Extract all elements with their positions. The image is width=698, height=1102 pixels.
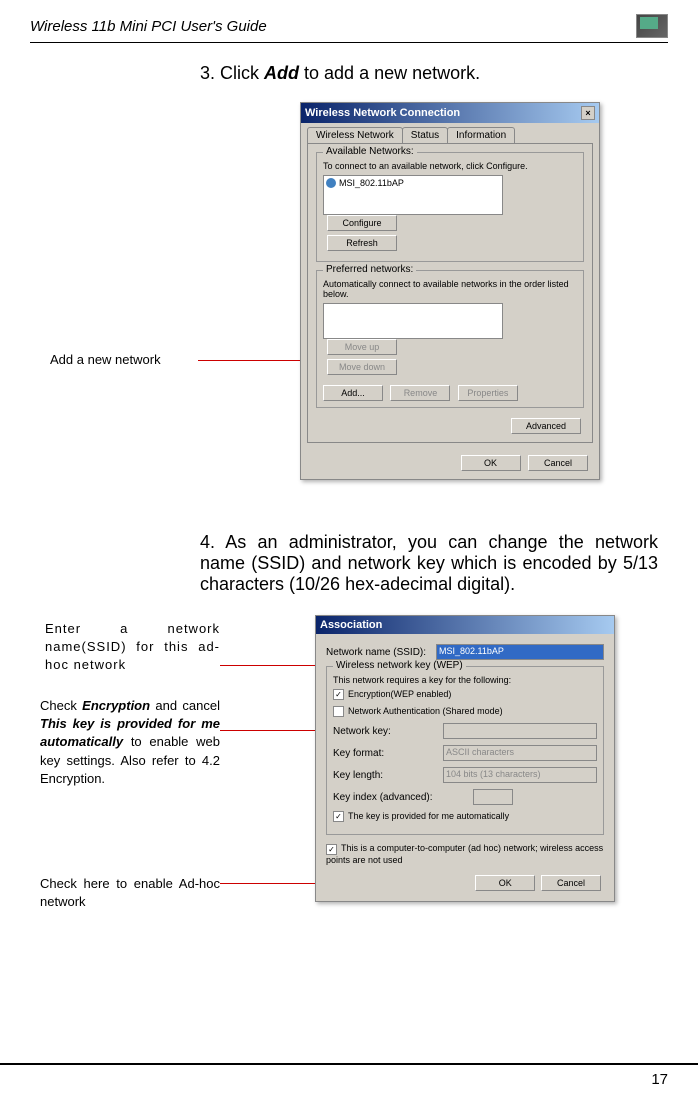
tabs-row: Wireless Network Status Information bbox=[301, 123, 599, 143]
remove-button: Remove bbox=[390, 385, 450, 401]
header-rule bbox=[30, 42, 668, 43]
dialog2-body: Network name (SSID): MSI_802.11bAP Wirel… bbox=[316, 634, 614, 901]
properties-button: Properties bbox=[458, 385, 518, 401]
step-4-text: 4. As an administrator, you can change t… bbox=[200, 532, 658, 595]
association-dialog: Association Network name (SSID): MSI_802… bbox=[315, 615, 615, 902]
tab-information[interactable]: Information bbox=[447, 127, 515, 143]
netkey-label: Network key: bbox=[333, 726, 443, 737]
refresh-button[interactable]: Refresh bbox=[327, 235, 397, 251]
page-header-title: Wireless 11b Mini PCI User's Guide bbox=[30, 18, 267, 35]
autokey-label: The key is provided for me automatically bbox=[348, 811, 509, 821]
netkey-input[interactable] bbox=[443, 723, 597, 739]
tab-wireless-network[interactable]: Wireless Network bbox=[307, 127, 403, 143]
callout-add-network: Add a new network bbox=[50, 352, 161, 367]
wifi-icon bbox=[326, 178, 336, 188]
configure-button[interactable]: Configure bbox=[327, 215, 397, 231]
keylength-select[interactable]: 104 bits (13 characters) bbox=[443, 767, 597, 783]
dialog-title: Wireless Network Connection bbox=[305, 107, 460, 119]
guide-logo-icon bbox=[636, 14, 668, 38]
netauth-label: Network Authentication (Shared mode) bbox=[348, 706, 503, 716]
available-help: To connect to an available network, clic… bbox=[323, 161, 577, 171]
cancel-button-2[interactable]: Cancel bbox=[541, 875, 601, 891]
dialog2-titlebar: Association bbox=[316, 616, 614, 634]
movedown-button: Move down bbox=[327, 359, 397, 375]
close-icon[interactable]: × bbox=[581, 106, 595, 120]
screenshot-1-container: Add a new network Wireless Network Conne… bbox=[30, 102, 668, 482]
preferred-help: Automatically connect to available netwo… bbox=[323, 279, 577, 299]
cancel-button[interactable]: Cancel bbox=[528, 455, 588, 471]
list-item[interactable]: MSI_802.11bAP bbox=[326, 178, 500, 188]
ok-button[interactable]: OK bbox=[461, 455, 521, 471]
preferred-legend: Preferred networks: bbox=[323, 264, 416, 275]
keyformat-select[interactable]: ASCII characters bbox=[443, 745, 597, 761]
moveup-button: Move up bbox=[327, 339, 397, 355]
callout-encryption: Check Encryption and cancel This key is … bbox=[40, 697, 220, 788]
keyindex-label: Key index (advanced): bbox=[333, 792, 473, 803]
keyformat-label: Key format: bbox=[333, 748, 443, 759]
keyindex-spinner[interactable] bbox=[473, 789, 513, 805]
encryption-checkbox[interactable]: ✓ bbox=[333, 689, 344, 700]
ssid-label: Network name (SSID): bbox=[326, 647, 436, 658]
preferred-networks-fieldset: Preferred networks: Automatically connec… bbox=[316, 270, 584, 408]
netauth-checkbox[interactable] bbox=[333, 706, 344, 717]
wep-legend: Wireless network key (WEP) bbox=[333, 660, 466, 671]
wep-help: This network requires a key for the foll… bbox=[333, 675, 597, 685]
tab-status[interactable]: Status bbox=[402, 127, 448, 143]
add-button[interactable]: Add... bbox=[323, 385, 383, 401]
advanced-button[interactable]: Advanced bbox=[511, 418, 581, 434]
available-networks-fieldset: Available Networks: To connect to an ava… bbox=[316, 152, 584, 262]
available-legend: Available Networks: bbox=[323, 146, 417, 157]
screenshot-2-container: Enter a network name(SSID) for this ad-h… bbox=[30, 615, 668, 1015]
encryption-label: Encryption(WEP enabled) bbox=[348, 689, 451, 699]
autokey-checkbox[interactable]: ✓ bbox=[333, 811, 344, 822]
available-listbox[interactable]: MSI_802.11bAP bbox=[323, 175, 503, 215]
callout-ssid: Enter a network name(SSID) for this ad-h… bbox=[45, 620, 220, 675]
callout-adhoc: Check here to enable Ad-hoc network bbox=[40, 875, 220, 911]
wireless-connection-dialog: Wireless Network Connection × Wireless N… bbox=[300, 102, 600, 480]
adhoc-checkbox[interactable]: ✓ bbox=[326, 844, 337, 855]
wep-fieldset: Wireless network key (WEP) This network … bbox=[326, 666, 604, 835]
preferred-listbox[interactable] bbox=[323, 303, 503, 339]
dialog2-title: Association bbox=[320, 619, 382, 631]
tab-content: Available Networks: To connect to an ava… bbox=[307, 143, 593, 443]
ssid-input[interactable]: MSI_802.11bAP bbox=[436, 644, 604, 660]
keylength-label: Key length: bbox=[333, 770, 443, 781]
dialog-titlebar: Wireless Network Connection × bbox=[301, 103, 599, 123]
page-number: 17 bbox=[0, 1063, 698, 1088]
adhoc-label: This is a computer-to-computer (ad hoc) … bbox=[326, 843, 603, 864]
ok-button-2[interactable]: OK bbox=[475, 875, 535, 891]
step-3-text: 3. Click Add to add a new network. bbox=[200, 63, 668, 84]
